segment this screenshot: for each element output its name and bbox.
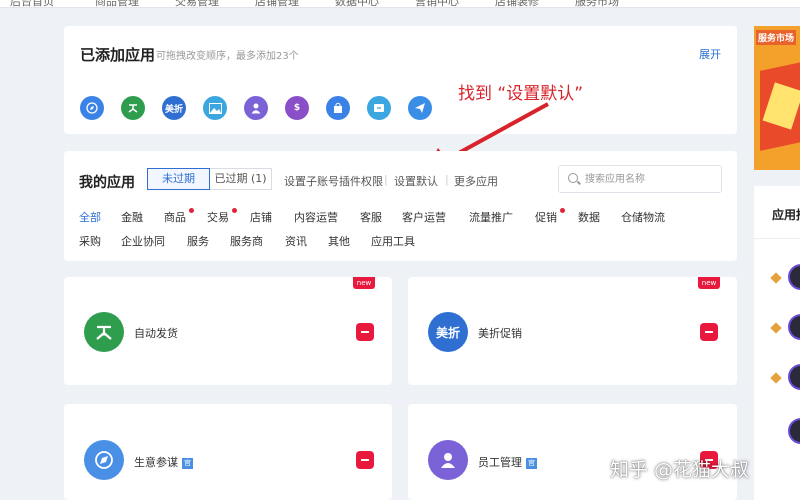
app-name: 员工管理 [478,456,522,469]
remove-app-button[interactable] [700,323,718,341]
notification-dot [560,208,565,213]
remove-app-button[interactable] [356,451,374,469]
remove-app-button[interactable] [356,323,374,341]
category-item[interactable]: 促销 [535,209,557,225]
link-separator: | [445,173,449,186]
category-item[interactable]: 数据 [578,209,600,225]
app-name: 自动发货 [134,327,178,340]
medal-icon [770,372,782,384]
my-apps-card: 我的应用 未过期 已过期 (1) 设置子账号插件权限 | 设置默认 | 更多应用… [64,151,737,261]
category-item[interactable]: 商品 [164,209,186,225]
avatar[interactable] [788,364,800,390]
search-icon [568,173,578,183]
avatar[interactable] [788,314,800,340]
set-default-link[interactable]: 设置默认 [394,173,438,189]
category-item[interactable]: 服务 [187,233,209,249]
category-item[interactable]: 服务商 [230,233,263,249]
meizhe-icon[interactable]: 美折 [162,96,186,120]
money-bag-icon[interactable]: $ [285,96,309,120]
auto-ship-icon[interactable] [121,96,145,120]
user-manage-icon [428,440,468,480]
app-tile[interactable]: new 美折 美折促销 [408,277,737,385]
category-all[interactable]: 全部 [79,209,101,225]
ad-title: 服务市场 [756,30,797,45]
category-item[interactable]: 仓储物流 [621,209,665,225]
category-item[interactable]: 客服 [360,209,382,225]
picture-icon[interactable] [203,96,227,120]
tab-expired[interactable]: 已过期 (1) [210,168,272,190]
notification-dot [189,208,194,213]
user-manage-icon[interactable] [244,96,268,120]
category-item[interactable]: 应用工具 [371,233,415,249]
category-item[interactable]: 采购 [79,233,101,249]
top-nav-bar: 后台首页 商品管理 交易管理 店铺管理 数据中心 营销中心 店铺装修 服务市场 [0,0,800,8]
recommend-title: 应用推荐 [772,208,800,222]
category-item[interactable]: 交易 [207,209,229,225]
medal-icon [770,272,782,284]
new-badge: new [353,277,375,289]
added-apps-icon-row: 美折 $ [80,96,449,120]
compass-icon[interactable] [80,96,104,120]
notification-dot [232,208,237,213]
top-nav-item[interactable]: 交易管理 [175,0,219,7]
top-nav-item[interactable]: 后台首页 [10,0,54,7]
medal-icon [770,322,782,334]
avatar[interactable] [788,418,800,444]
added-apps-card: 已添加应用 可拖拽改变顺序，最多添加23个 展开 美折 $ [64,26,737,134]
tab-unexpired[interactable]: 未过期 [147,168,210,190]
new-badge: new [698,277,720,289]
divider [754,238,800,239]
category-item[interactable]: 其他 [328,233,350,249]
service-market-ad[interactable]: 服务市场 [754,26,800,170]
official-tag: 官 [526,457,537,469]
added-apps-hint: 可拖拽改变顺序，最多添加23个 [156,51,299,62]
app-search-input[interactable] [585,171,715,187]
app-name-row: 生意参谋官 [134,454,193,470]
app-search-box[interactable] [558,165,722,193]
more-apps-link[interactable]: 更多应用 [454,173,498,189]
category-item[interactable]: 金融 [121,209,143,225]
app-tile[interactable]: new 自动发货 [64,277,392,385]
top-nav-item[interactable]: 店铺管理 [255,0,299,7]
official-tag: 官 [182,457,193,469]
top-nav-item[interactable]: 营销中心 [415,0,459,7]
expand-link[interactable]: 展开 [699,46,721,62]
app-tile[interactable]: 生意参谋官 [64,404,392,500]
app-name: 美折促销 [478,327,522,340]
category-item[interactable]: 资讯 [285,233,307,249]
added-apps-title: 已添加应用 [80,46,156,64]
avatar[interactable] [788,264,800,290]
category-item[interactable]: 客户运营 [402,209,446,225]
top-nav-item[interactable]: 店铺装修 [495,0,539,7]
my-apps-title: 我的应用 [79,175,135,191]
top-nav-item[interactable]: 数据中心 [335,0,379,7]
shopping-bag-icon[interactable] [326,96,350,120]
coupon-icon[interactable] [367,96,391,120]
subaccount-permission-link[interactable]: 设置子账号插件权限 [284,173,383,189]
category-item[interactable]: 流量推广 [469,209,513,225]
compass-icon [84,440,124,480]
app-name-row: 员工管理官 [478,454,537,470]
watermark-text: 知乎 @花猫大叔 [610,459,750,481]
top-nav-item[interactable]: 服务市场 [575,0,619,7]
top-nav-item[interactable]: 商品管理 [95,0,139,7]
category-item[interactable]: 企业协同 [121,233,165,249]
category-item[interactable]: 内容运营 [294,209,338,225]
category-item[interactable]: 店铺 [250,209,272,225]
recommend-panel: 应用推荐 [754,186,800,500]
app-tile[interactable]: 员工管理官 [408,404,737,500]
meizhe-icon: 美折 [428,312,468,352]
auto-ship-icon [84,312,124,352]
app-name: 生意参谋 [134,456,178,469]
link-separator: | [384,173,388,186]
